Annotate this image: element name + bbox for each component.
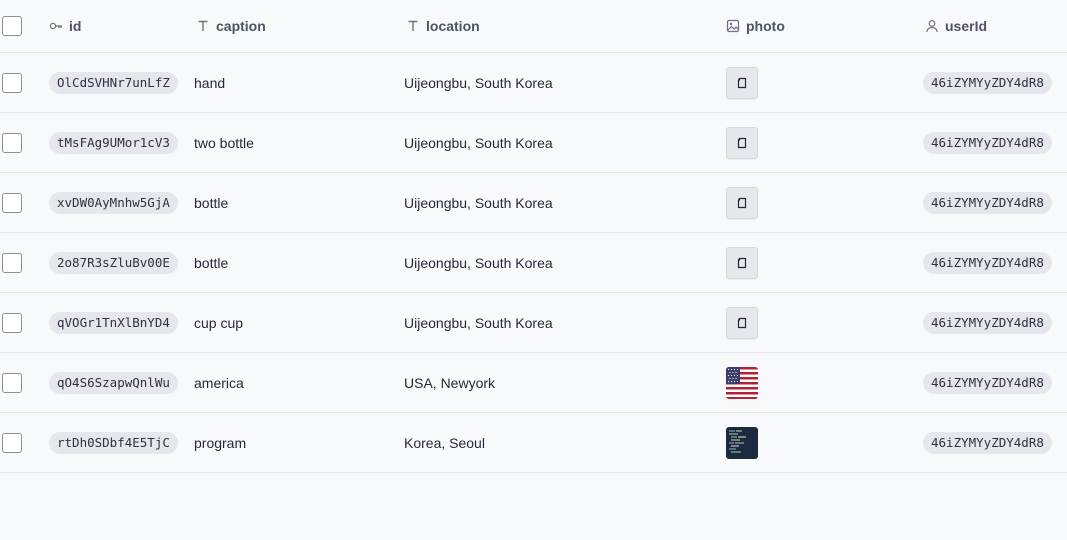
header-checkbox-cell xyxy=(2,0,24,52)
caption-cell[interactable]: two bottle xyxy=(194,113,254,172)
id-pill[interactable]: xvDW0AyMnhw5GjA xyxy=(49,191,178,214)
table-row[interactable]: xvDW0AyMnhw5GjA bottle Uijeongbu, South … xyxy=(0,173,1067,233)
userid-pill[interactable]: 46iZYMYyZDY4dR8 xyxy=(923,251,1052,274)
id-pill[interactable]: rtDh0SDbf4E5TjC xyxy=(49,431,178,454)
caption-cell[interactable]: bottle xyxy=(194,233,228,292)
text-icon xyxy=(196,19,210,33)
document-icon[interactable] xyxy=(726,246,758,279)
row-checkbox[interactable] xyxy=(2,132,22,153)
caption-cell[interactable]: bottle xyxy=(194,173,228,232)
code-screenshot-image[interactable] xyxy=(726,426,758,459)
row-checkbox[interactable] xyxy=(2,432,22,453)
userid-cell[interactable]: 46iZYMYyZDY4dR8 xyxy=(923,413,1052,472)
userid-cell[interactable]: 46iZYMYyZDY4dR8 xyxy=(923,353,1052,412)
id-cell[interactable]: qO4S6SzapwQnlWu xyxy=(49,353,178,412)
table-row[interactable]: qVOGr1TnXlBnYD4 cup cup Uijeongbu, South… xyxy=(0,293,1067,353)
row-checkbox[interactable] xyxy=(2,312,22,333)
column-header-label: userId xyxy=(945,18,988,34)
document-icon[interactable] xyxy=(726,186,758,219)
location-cell[interactable]: USA, Newyork xyxy=(404,353,495,412)
location-cell[interactable]: Uijeongbu, South Korea xyxy=(404,113,553,172)
location-cell[interactable]: Uijeongbu, South Korea xyxy=(404,293,553,352)
location-cell[interactable]: Uijeongbu, South Korea xyxy=(404,53,553,112)
row-checkbox-cell xyxy=(2,353,24,412)
photo-cell[interactable] xyxy=(726,233,758,292)
user-icon xyxy=(925,19,939,33)
row-checkbox-cell xyxy=(2,53,24,112)
table-row[interactable]: rtDh0SDbf4E5TjC program Korea, Seoul 46i… xyxy=(0,413,1067,473)
column-header-label: location xyxy=(426,18,480,34)
photo-cell[interactable] xyxy=(726,353,758,412)
userid-cell[interactable]: 46iZYMYyZDY4dR8 xyxy=(923,53,1052,112)
id-pill[interactable]: OlCdSVHNr7unLfZ xyxy=(49,71,178,94)
id-cell[interactable]: rtDh0SDbf4E5TjC xyxy=(49,413,178,472)
text-icon xyxy=(406,19,420,33)
column-header-label: id xyxy=(69,18,82,34)
id-cell[interactable]: tMsFAg9UMor1cV3 xyxy=(49,113,178,172)
key-icon xyxy=(49,19,63,33)
row-checkbox-cell xyxy=(2,293,24,352)
userid-cell[interactable]: 46iZYMYyZDY4dR8 xyxy=(923,233,1052,292)
column-header-userid[interactable]: userId xyxy=(925,0,987,52)
location-cell[interactable]: Korea, Seoul xyxy=(404,413,485,472)
id-cell[interactable]: OlCdSVHNr7unLfZ xyxy=(49,53,178,112)
photo-cell[interactable] xyxy=(726,293,758,352)
select-all-checkbox[interactable] xyxy=(2,16,22,36)
column-header-id[interactable]: id xyxy=(49,0,81,52)
column-header-caption[interactable]: caption xyxy=(196,0,266,52)
us-flag-image[interactable] xyxy=(726,366,758,399)
row-checkbox-cell xyxy=(2,413,24,472)
id-pill[interactable]: qVOGr1TnXlBnYD4 xyxy=(49,311,178,334)
id-pill[interactable]: 2o87R3sZluBv00E xyxy=(49,251,178,274)
location-cell[interactable]: Uijeongbu, South Korea xyxy=(404,173,553,232)
userid-pill[interactable]: 46iZYMYyZDY4dR8 xyxy=(923,191,1052,214)
userid-pill[interactable]: 46iZYMYyZDY4dR8 xyxy=(923,71,1052,94)
id-pill[interactable]: qO4S6SzapwQnlWu xyxy=(49,371,178,394)
id-cell[interactable]: xvDW0AyMnhw5GjA xyxy=(49,173,178,232)
column-header-location[interactable]: location xyxy=(406,0,480,52)
row-checkbox[interactable] xyxy=(2,72,22,93)
photo-cell[interactable] xyxy=(726,113,758,172)
document-icon[interactable] xyxy=(726,66,758,99)
photo-cell[interactable] xyxy=(726,53,758,112)
table-row[interactable]: 2o87R3sZluBv00E bottle Uijeongbu, South … xyxy=(0,233,1067,293)
row-checkbox[interactable] xyxy=(2,252,22,273)
row-checkbox-cell xyxy=(2,113,24,172)
column-header-photo[interactable]: photo xyxy=(726,0,785,52)
table-header: id caption location photo userId xyxy=(0,0,1067,53)
row-checkbox-cell xyxy=(2,173,24,232)
row-checkbox-cell xyxy=(2,233,24,292)
location-cell[interactable]: Uijeongbu, South Korea xyxy=(404,233,553,292)
userid-cell[interactable]: 46iZYMYyZDY4dR8 xyxy=(923,173,1052,232)
userid-cell[interactable]: 46iZYMYyZDY4dR8 xyxy=(923,113,1052,172)
caption-cell[interactable]: america xyxy=(194,353,244,412)
id-pill[interactable]: tMsFAg9UMor1cV3 xyxy=(49,131,178,154)
photo-cell[interactable] xyxy=(726,413,758,472)
userid-pill[interactable]: 46iZYMYyZDY4dR8 xyxy=(923,431,1052,454)
userid-cell[interactable]: 46iZYMYyZDY4dR8 xyxy=(923,293,1052,352)
userid-pill[interactable]: 46iZYMYyZDY4dR8 xyxy=(923,311,1052,334)
userid-pill[interactable]: 46iZYMYyZDY4dR8 xyxy=(923,371,1052,394)
document-icon[interactable] xyxy=(726,126,758,159)
column-header-label: caption xyxy=(216,18,266,34)
table-row[interactable]: tMsFAg9UMor1cV3 two bottle Uijeongbu, So… xyxy=(0,113,1067,173)
id-cell[interactable]: qVOGr1TnXlBnYD4 xyxy=(49,293,178,352)
column-header-label: photo xyxy=(746,18,785,34)
image-icon xyxy=(726,19,740,33)
document-icon[interactable] xyxy=(726,306,758,339)
photo-cell[interactable] xyxy=(726,173,758,232)
caption-cell[interactable]: program xyxy=(194,413,246,472)
userid-pill[interactable]: 46iZYMYyZDY4dR8 xyxy=(923,131,1052,154)
table-row[interactable]: OlCdSVHNr7unLfZ hand Uijeongbu, South Ko… xyxy=(0,53,1067,113)
table-row[interactable]: qO4S6SzapwQnlWu america USA, Newyork 46i… xyxy=(0,353,1067,413)
records-table: id caption location photo userId OlCdSVH… xyxy=(0,0,1067,473)
row-checkbox[interactable] xyxy=(2,192,22,213)
id-cell[interactable]: 2o87R3sZluBv00E xyxy=(49,233,178,292)
row-checkbox[interactable] xyxy=(2,372,22,393)
caption-cell[interactable]: cup cup xyxy=(194,293,243,352)
caption-cell[interactable]: hand xyxy=(194,53,225,112)
